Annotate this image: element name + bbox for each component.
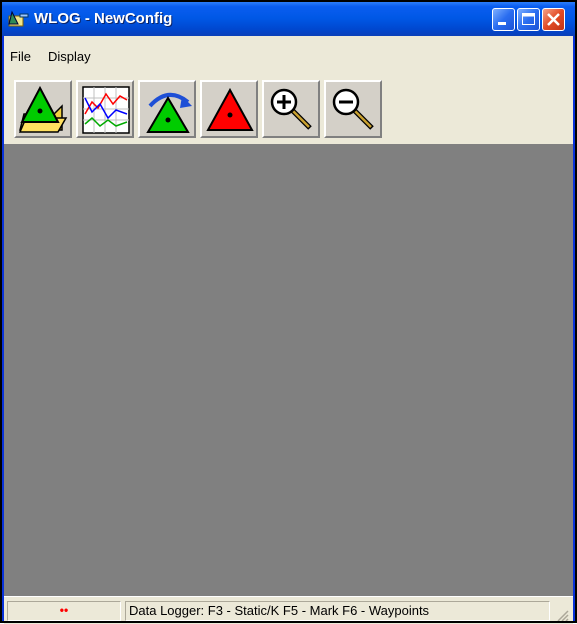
status-bar: •• Data Logger: F3 - Static/K F5 - Mark …	[4, 596, 573, 624]
red-marker-icon	[206, 87, 254, 131]
toolbar	[4, 70, 573, 146]
resize-grip-icon[interactable]	[555, 608, 569, 622]
menu-file[interactable]: File	[10, 49, 31, 64]
rotate-marker-icon	[146, 93, 192, 133]
client-area[interactable]	[4, 146, 573, 596]
menu-bar: File Display	[4, 36, 573, 71]
maximize-button[interactable]	[517, 8, 540, 31]
title-bar[interactable]: WLOG - NewConfig	[0, 0, 577, 36]
zoom-out-icon	[332, 88, 374, 130]
app-window: WLOG - NewConfig File Display •• Data Lo…	[0, 0, 577, 624]
status-indicator: ••	[7, 601, 121, 621]
red-marker-button[interactable]	[200, 80, 258, 138]
rotate-marker-button[interactable]	[138, 80, 196, 138]
minimize-button[interactable]	[492, 8, 515, 31]
app-icon	[8, 10, 30, 28]
close-button[interactable]	[542, 8, 565, 31]
zoom-out-button[interactable]	[324, 80, 382, 138]
graph-button[interactable]	[76, 80, 134, 138]
zoom-in-button[interactable]	[262, 80, 320, 138]
menu-display[interactable]: Display	[48, 49, 91, 64]
maximize-icon	[522, 13, 535, 25]
graph-icon	[82, 86, 130, 134]
open-config-icon	[18, 85, 68, 133]
zoom-in-icon	[270, 88, 312, 130]
close-icon	[547, 13, 560, 26]
window-title: WLOG - NewConfig	[34, 10, 173, 27]
status-text: Data Logger: F3 - Static/K F5 - Mark F6 …	[125, 601, 550, 621]
minimize-icon	[498, 22, 506, 25]
open-config-button[interactable]	[14, 80, 72, 138]
